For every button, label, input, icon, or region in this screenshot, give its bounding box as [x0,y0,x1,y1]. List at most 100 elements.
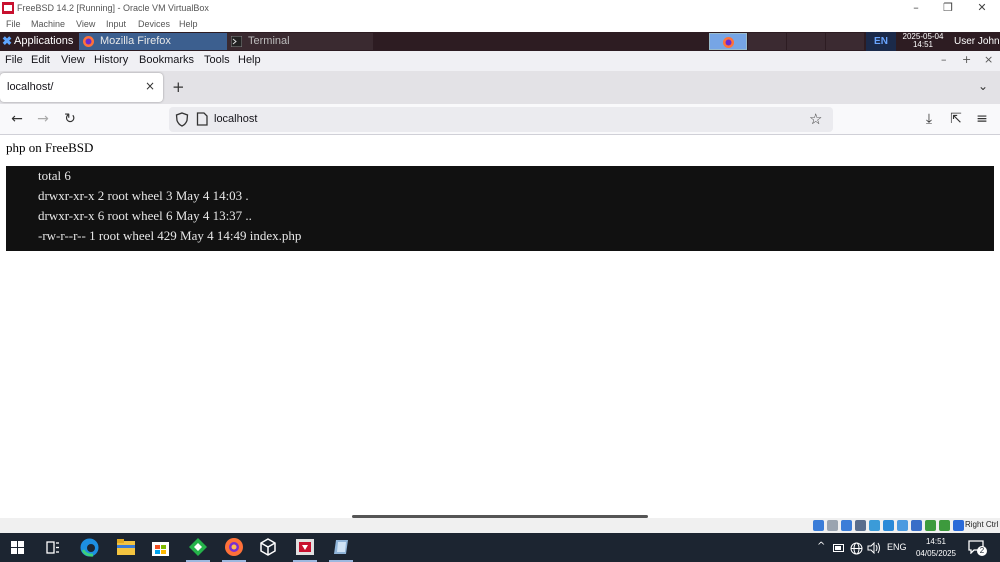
task-label: Terminal [248,35,290,47]
start-button[interactable] [2,533,34,562]
battery-icon[interactable] [833,543,845,553]
virtualbox-manager-icon [334,540,348,554]
listing-line: -rw-r--r-- 1 root wheel 429 May 4 14:49 … [38,228,302,243]
menu-edit[interactable]: Edit [31,54,50,66]
input-language[interactable]: ENG [887,542,907,552]
file-explorer-icon [117,539,135,555]
url-text[interactable]: localhost [214,113,257,125]
vbox-status-bar: Right Ctrl [0,518,1000,533]
clock-date: 04/05/2025 [915,549,957,558]
guest-additions-icon[interactable] [939,520,950,531]
reload-icon[interactable]: ↻ [60,109,80,129]
close-button[interactable]: ✕ [966,0,998,17]
file-explorer-button[interactable] [110,533,142,562]
shared-folders-icon[interactable] [883,520,894,531]
clock-time: 14:51 [912,40,934,49]
task-view-button[interactable] [37,533,69,562]
volume-icon[interactable] [867,542,881,554]
forward-icon[interactable]: → [33,109,53,129]
task-firefox[interactable]: Mozilla Firefox [79,33,227,50]
browser-maximize-button[interactable]: + [962,53,971,66]
network-globe-icon[interactable] [850,542,863,555]
window-title: FreeBSD 14.2 [Running] - Oracle VM Virtu… [17,3,209,13]
menu-help[interactable]: Help [238,54,261,66]
menu-file[interactable]: File [6,19,21,29]
workspace-1[interactable] [709,33,747,50]
optical-drive-icon[interactable] [827,520,838,531]
taskbar-clock[interactable]: 14:51 04/05/2025 [908,536,964,560]
firefox-icon [83,36,94,47]
panel-clock[interactable]: 2025-05-04 14:51 [898,33,948,49]
firefox-icon [225,538,243,556]
recording-icon[interactable] [911,520,922,531]
firefox-menubar: File Edit View History Bookmarks Tools H… [0,51,1000,71]
new-tab-button[interactable]: + [172,78,185,96]
network-icon[interactable] [855,520,866,531]
audio-icon[interactable] [841,520,852,531]
extensions-icon[interactable]: ⇱ [946,109,966,129]
directory-listing: total 6 drwxr-xr-x 2 root wheel 3 May 4 … [6,166,994,251]
menu-help[interactable]: Help [179,19,198,29]
edge-icon [80,538,99,557]
firefox-taskbar-button[interactable] [218,533,250,562]
edge-button[interactable] [74,533,106,562]
downloads-icon[interactable]: ⤓ [919,109,939,129]
menu-devices[interactable]: Devices [138,19,170,29]
page-info-icon[interactable] [196,112,208,126]
back-icon[interactable]: ← [7,109,27,129]
tracking-protection-shield-icon[interactable] [175,112,189,127]
workspace-3[interactable] [787,33,825,50]
menu-input[interactable]: Input [106,19,126,29]
minimize-button[interactable]: – [900,0,932,17]
restore-button[interactable]: ❐ [932,0,964,17]
list-all-tabs-icon[interactable]: ⌄ [978,79,988,93]
menu-machine[interactable]: Machine [31,19,65,29]
browser-minimize-button[interactable]: – [941,53,947,66]
workspace-4[interactable] [826,33,864,50]
windows-taskbar: ^ ENG 14:51 04/05/2025 2 [0,533,1000,562]
store-button[interactable] [145,533,177,562]
listing-line: total 6 [38,168,71,183]
hard-disk-icon[interactable] [813,520,824,531]
menu-history[interactable]: History [94,54,128,66]
vm-window-button[interactable] [289,533,321,562]
virtualbox-cube-icon [260,538,276,556]
listing-line: drwxr-xr-x 6 root wheel 6 May 4 13:37 .. [38,208,252,223]
vbox-menubar: File Machine View Input Devices Help [0,17,1000,32]
virtualization-icon[interactable] [925,520,936,531]
keyboard-layout[interactable]: EN [866,32,896,51]
usb-icon[interactable] [869,520,880,531]
green-app-button[interactable] [182,533,214,562]
menu-bookmarks[interactable]: Bookmarks [139,54,194,66]
tray-chevron-icon[interactable]: ^ [817,541,825,552]
notification-count: 2 [977,546,987,556]
green-diamond-app-icon [189,538,207,556]
user-menu[interactable]: User John [954,32,1000,51]
vbox-title-bar: FreeBSD 14.2 [Running] - Oracle VM Virtu… [0,0,1000,17]
url-bar[interactable]: localhost ☆ [169,107,833,132]
menu-file[interactable]: File [5,54,23,66]
menu-tools[interactable]: Tools [204,54,230,66]
freebsd-vm-icon [296,539,314,555]
workspace-2[interactable] [748,33,786,50]
app-menu-icon[interactable]: ≡ [972,109,992,129]
task-label: Mozilla Firefox [100,35,171,47]
tab-localhost[interactable]: localhost/ × [0,73,163,102]
terminal-icon [231,36,242,47]
navigation-toolbar: ← → ↻ localhost ☆ ⤓ ⇱ ≡ [0,104,1000,135]
firefox-icon [723,37,734,48]
display-icon[interactable] [897,520,908,531]
applications-menu[interactable]: ✖ Applications : [0,32,78,66]
menu-view[interactable]: View [61,54,85,66]
task-terminal[interactable]: Terminal [227,33,373,50]
store-icon [152,542,169,556]
virtualbox-button[interactable] [252,533,284,562]
menu-view[interactable]: View [76,19,95,29]
bookmark-star-icon[interactable]: ☆ [809,110,822,128]
notifications-button[interactable]: 2 [968,539,987,556]
browser-close-button[interactable]: × [984,53,993,66]
tab-close-icon[interactable]: × [145,79,155,93]
tab-title: localhost/ [7,81,54,93]
app-button[interactable] [325,533,357,562]
host-key-arrow-icon[interactable] [953,520,964,531]
